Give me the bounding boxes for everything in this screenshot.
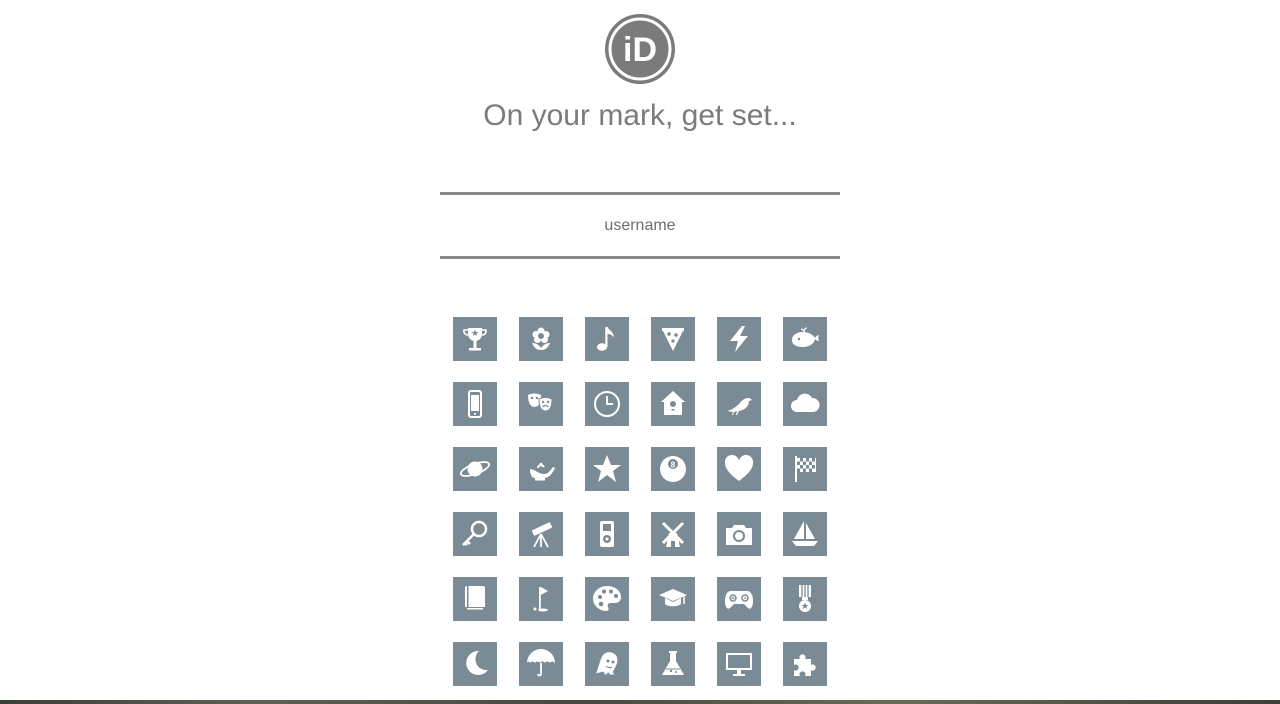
avatar-option-flask[interactable] bbox=[651, 642, 695, 686]
avatar-option-star[interactable] bbox=[585, 447, 629, 491]
phone-icon bbox=[458, 387, 492, 421]
avatar-option-bird[interactable] bbox=[717, 382, 761, 426]
checkered-flag-icon bbox=[788, 452, 822, 486]
trophy-icon bbox=[458, 322, 492, 356]
svg-text:8: 8 bbox=[671, 460, 676, 469]
sailboat-icon bbox=[788, 517, 822, 551]
username-input[interactable] bbox=[440, 195, 840, 256]
avatar-option-umbrella[interactable] bbox=[519, 642, 563, 686]
planet-icon bbox=[458, 452, 492, 486]
background-strip bbox=[0, 700, 1280, 704]
avatar-option-checkered-flag[interactable] bbox=[783, 447, 827, 491]
avatar-option-genie-lamp[interactable] bbox=[519, 447, 563, 491]
theater-masks-icon bbox=[524, 387, 558, 421]
book-icon bbox=[458, 582, 492, 616]
golf-flag-icon bbox=[524, 582, 558, 616]
umbrella-icon bbox=[524, 647, 558, 681]
avatar-option-birdhouse[interactable] bbox=[651, 382, 695, 426]
avatar-option-music-note[interactable] bbox=[585, 317, 629, 361]
whale-icon bbox=[788, 322, 822, 356]
telescope-icon bbox=[524, 517, 558, 551]
eight-ball-icon: 8 bbox=[656, 452, 690, 486]
avatar-option-ghost[interactable] bbox=[585, 642, 629, 686]
avatar-option-heart[interactable] bbox=[717, 447, 761, 491]
avatar-option-whale[interactable] bbox=[783, 317, 827, 361]
birdhouse-icon bbox=[656, 387, 690, 421]
username-field-wrapper bbox=[440, 192, 840, 259]
avatar-option-planet[interactable] bbox=[453, 447, 497, 491]
avatar-option-moon[interactable] bbox=[453, 642, 497, 686]
avatar-option-eight-ball[interactable]: 8 bbox=[651, 447, 695, 491]
genie-lamp-icon bbox=[524, 452, 558, 486]
avatar-option-puzzle[interactable] bbox=[783, 642, 827, 686]
avatar-option-medal[interactable] bbox=[783, 577, 827, 621]
medal-icon bbox=[788, 582, 822, 616]
bird-icon bbox=[722, 387, 756, 421]
monitor-icon bbox=[722, 647, 756, 681]
avatar-option-telescope[interactable] bbox=[519, 512, 563, 556]
avatar-option-book[interactable] bbox=[453, 577, 497, 621]
flower-icon bbox=[524, 322, 558, 356]
star-icon bbox=[590, 452, 624, 486]
avatar-option-graduation-cap[interactable] bbox=[651, 577, 695, 621]
avatar-option-golf-flag[interactable] bbox=[519, 577, 563, 621]
ghost-icon bbox=[590, 647, 624, 681]
avatar-option-cloud[interactable] bbox=[783, 382, 827, 426]
clock-icon bbox=[590, 387, 624, 421]
avatar-option-monitor[interactable] bbox=[717, 642, 761, 686]
flask-icon bbox=[656, 647, 690, 681]
avatar-option-lightning[interactable] bbox=[717, 317, 761, 361]
cloud-icon bbox=[788, 387, 822, 421]
moon-icon bbox=[458, 647, 492, 681]
avatar-option-key[interactable] bbox=[453, 512, 497, 556]
avatar-option-phone[interactable] bbox=[453, 382, 497, 426]
puzzle-icon bbox=[788, 647, 822, 681]
avatar-option-music-player[interactable] bbox=[585, 512, 629, 556]
gamepad-icon bbox=[722, 582, 756, 616]
music-note-icon bbox=[590, 322, 624, 356]
palette-icon bbox=[590, 582, 624, 616]
key-icon bbox=[458, 517, 492, 551]
avatar-option-theater-masks[interactable] bbox=[519, 382, 563, 426]
avatar-option-camera[interactable] bbox=[717, 512, 761, 556]
avatar-option-sailboat[interactable] bbox=[783, 512, 827, 556]
id-logo-icon: iD bbox=[604, 13, 676, 85]
windmill-icon bbox=[656, 517, 690, 551]
avatar-option-pizza[interactable] bbox=[651, 317, 695, 361]
music-player-icon bbox=[590, 517, 624, 551]
avatar-option-trophy[interactable] bbox=[453, 317, 497, 361]
camera-icon bbox=[722, 517, 756, 551]
avatar-option-windmill[interactable] bbox=[651, 512, 695, 556]
lightning-icon bbox=[722, 322, 756, 356]
page-heading: On your mark, get set... bbox=[483, 99, 797, 132]
heart-icon bbox=[722, 452, 756, 486]
avatar-option-flower[interactable] bbox=[519, 317, 563, 361]
graduation-cap-icon bbox=[656, 582, 690, 616]
logo-text: iD bbox=[623, 31, 657, 69]
avatar-grid: 8 bbox=[453, 317, 827, 686]
avatar-option-palette[interactable] bbox=[585, 577, 629, 621]
avatar-option-clock[interactable] bbox=[585, 382, 629, 426]
pizza-icon bbox=[656, 322, 690, 356]
avatar-option-gamepad[interactable] bbox=[717, 577, 761, 621]
